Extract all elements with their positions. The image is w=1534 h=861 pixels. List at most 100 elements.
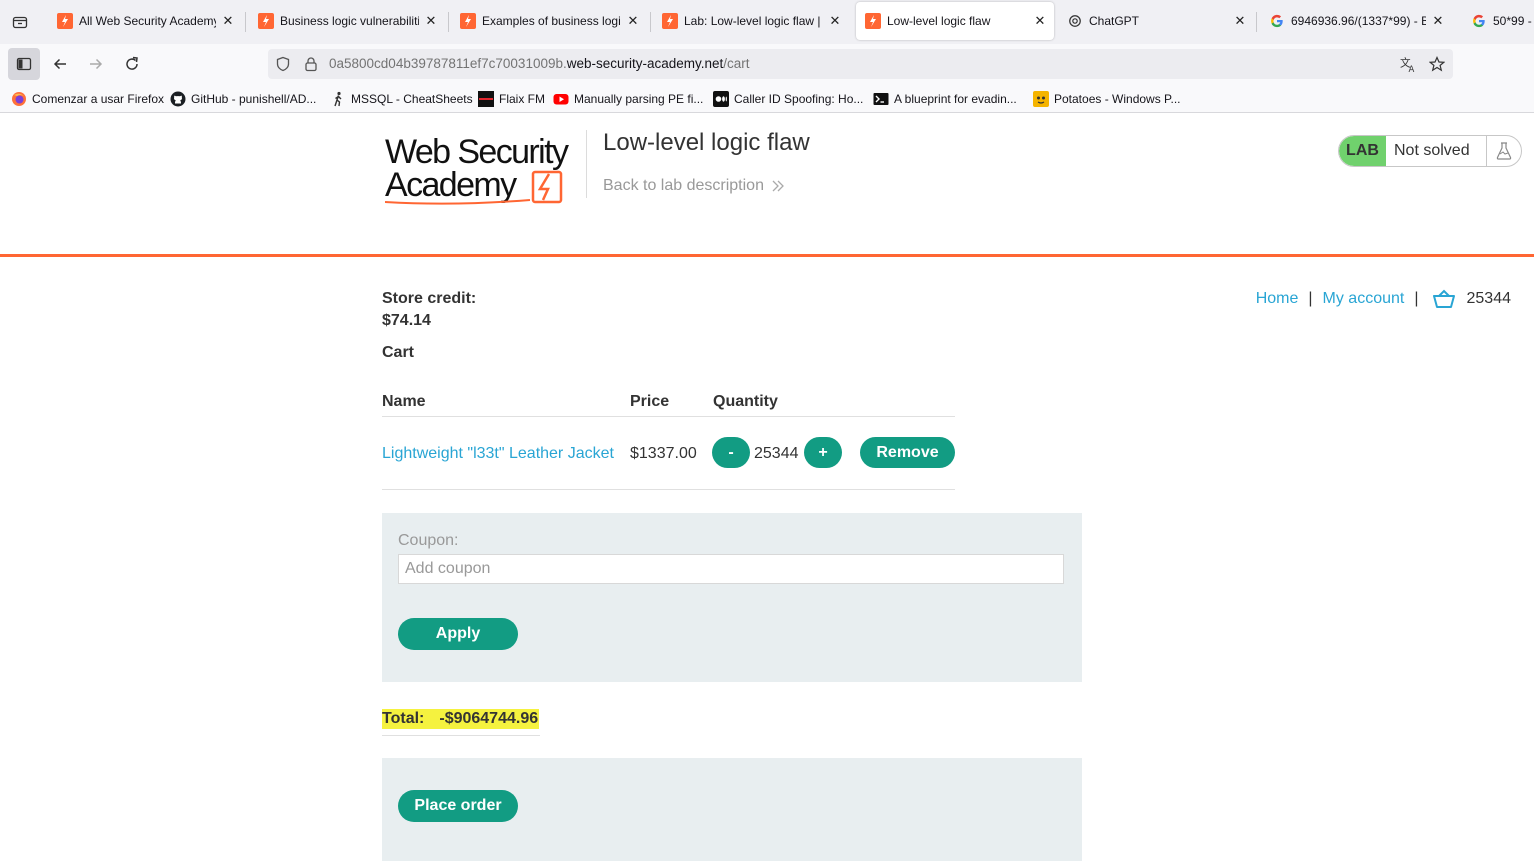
sidebar-toggle-button[interactable] [8,48,40,80]
close-tab-icon[interactable]: ✕ [423,13,439,29]
column-header-price: Price [630,393,670,410]
arrow-left-icon [53,58,66,70]
home-link[interactable]: Home [1256,290,1299,308]
lab-status-text: Not solved [1386,136,1487,166]
checkout-form: Place order [382,758,1082,861]
translate-icon[interactable]: 文A [1400,56,1417,73]
web-security-academy-logo[interactable]: Web Security Academy [385,132,585,206]
bookmark-item[interactable]: GitHub - punishell/AD... [170,91,316,107]
close-tab-icon[interactable]: ✕ [827,13,843,29]
chatgpt-icon [1067,13,1083,29]
address-bar[interactable]: 0a5800cd04b39787811ef7c70031009b.web-sec… [268,49,1453,79]
shield-icon[interactable] [275,56,291,72]
portswigger-icon [258,13,274,29]
lab-title: Low-level logic flaw [603,129,810,156]
close-tab-icon[interactable]: ✕ [1232,13,1248,29]
quantity-value: 25344 [754,445,799,462]
store-credit-label: Store credit: [382,290,477,307]
lab-status-widget: LAB Not solved [1338,135,1522,167]
flaixfm-icon [478,91,494,107]
portswigger-icon [662,13,678,29]
store-credit-value: $74.14 [382,312,431,329]
close-tab-icon[interactable]: ✕ [220,13,236,29]
github-icon [170,91,186,107]
url-text[interactable]: 0a5800cd04b39787811ef7c70031009b.web-sec… [329,56,750,71]
terminal-icon [873,91,889,107]
browser-tab[interactable]: 50*99 - [1462,2,1534,40]
place-order-button[interactable]: Place order [398,790,518,822]
portswigger-icon [57,13,73,29]
lock-icon[interactable] [303,56,319,72]
total-label: Total: [382,710,425,727]
google-icon [1269,13,1285,29]
forward-button[interactable] [80,48,112,80]
my-account-link[interactable]: My account [1323,290,1405,308]
back-button[interactable] [44,48,76,80]
close-tab-icon[interactable]: ✕ [1430,13,1446,29]
reload-button[interactable] [116,48,148,80]
nav-separator: | [1308,290,1313,307]
browser-tab[interactable]: Lab: Low-level logic flaw | W ✕ [653,2,849,40]
cart-heading: Cart [382,344,415,361]
total-divider [382,735,540,736]
bookmark-item[interactable]: Caller ID Spoofing: Ho... [713,91,863,107]
account-nav: Home | My account | 25344 [1256,289,1511,309]
bookmark-item[interactable]: A blueprint for evadin... [873,91,1017,107]
browser-tab[interactable]: Examples of business logic ✕ [451,2,647,40]
bookmark-item[interactable]: MSSQL - CheatSheets [330,91,473,107]
google-icon [1471,13,1487,29]
nav-separator: | [1414,290,1419,307]
lab-badge: LAB [1339,136,1386,166]
tab-separator [448,12,449,32]
arrow-right-icon [90,58,103,70]
remove-button[interactable]: Remove [860,437,955,468]
tab-separator [1256,12,1257,32]
increase-quantity-button[interactable]: + [804,437,842,468]
close-tab-icon[interactable]: ✕ [1032,13,1048,29]
cart-icon[interactable] [1432,289,1455,309]
table-divider [382,489,955,490]
bookmark-item[interactable]: Potatoes - Windows P... [1033,91,1181,107]
cart-count[interactable]: 25344 [1467,290,1512,308]
bookmark-item[interactable]: Comenzar a usar Firefox [11,91,164,107]
column-header-name: Name [382,393,426,410]
product-price: $1337.00 [630,445,697,462]
walking-figure-icon [330,91,346,107]
table-divider [382,416,955,417]
tab-separator [245,12,246,32]
cart-total: Total: -$9064744.96 [382,709,540,729]
total-value: -$9064744.96 [439,710,539,727]
browser-tab[interactable]: Business logic vulnerabilitie ✕ [249,2,445,40]
bookmark-item[interactable]: Flaix FM [478,91,545,107]
bookmarks-toolbar: Comenzar a usar Firefox GitHub - punishe… [0,86,1534,113]
coupon-form: Coupon: Apply [382,513,1082,682]
medium-icon [713,91,729,107]
browser-tab[interactable]: All Web Security Academy t ✕ [48,2,242,40]
portswigger-icon [460,13,476,29]
browser-tab[interactable]: 6946936.96/(1337*99) - Bus ✕ [1260,2,1452,40]
reload-icon [126,56,138,70]
svg-text:Academy: Academy [385,166,517,204]
bookmark-item[interactable]: Manually parsing PE fi... [553,91,703,107]
bookmark-star-icon[interactable] [1429,56,1445,72]
coupon-label: Coupon: [398,532,459,549]
portswigger-icon [865,13,881,29]
apply-coupon-button[interactable]: Apply [398,618,518,650]
double-chevron-right-icon [772,180,784,192]
tab-list-icon [12,16,28,29]
coupon-input[interactable] [398,554,1064,584]
svg-text:A: A [1409,65,1415,73]
close-tab-icon[interactable]: ✕ [625,13,641,29]
browser-tab-active[interactable]: Low-level logic flaw ✕ [856,2,1054,40]
youtube-icon [553,91,569,107]
back-to-lab-link[interactable]: Back to lab description [603,177,786,195]
decrease-quantity-button[interactable]: - [712,437,750,468]
header-divider [586,130,587,198]
product-link[interactable]: Lightweight "l33t" Leather Jacket [382,445,614,463]
browser-tab[interactable]: ChatGPT ✕ [1058,2,1254,40]
flask-icon [1487,136,1521,166]
tab-list-button[interactable] [6,8,34,36]
firefox-icon [11,91,27,107]
potato-icon [1033,91,1049,107]
column-header-quantity: Quantity [713,393,778,410]
